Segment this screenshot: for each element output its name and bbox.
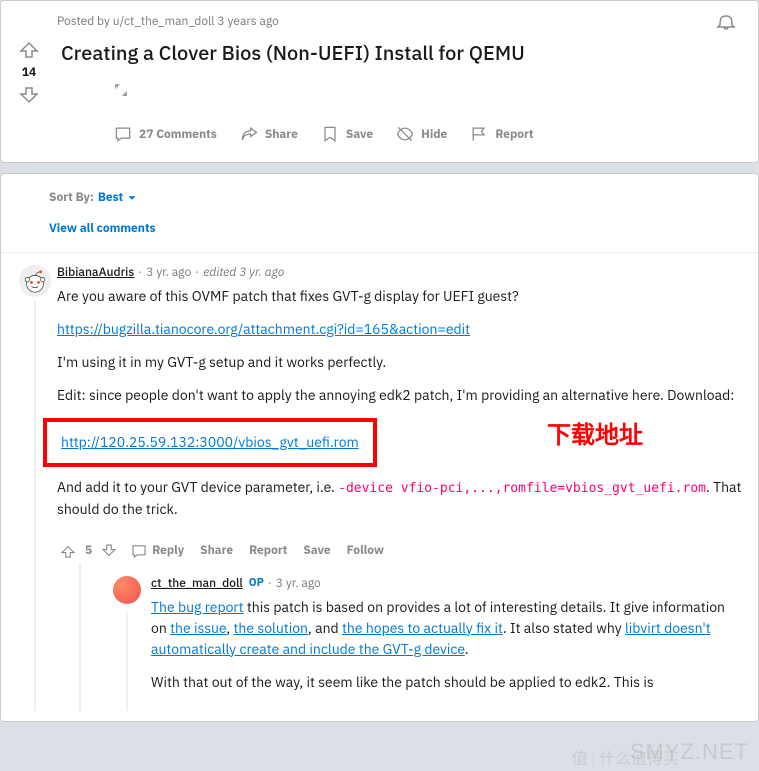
post-meta: Posted by u/ct_the_man_doll 3 years ago: [57, 9, 746, 33]
comment-age: 3 yr. ago: [146, 265, 191, 280]
comment-score: 5: [83, 543, 94, 558]
comment-text: With that out of the way, it seem like t…: [151, 672, 726, 693]
downvote-button[interactable]: [17, 84, 41, 108]
ovmf-patch-link[interactable]: https://bugzilla.tianocore.org/attachmen…: [57, 320, 470, 338]
comment-text: Edit: since people don't want to apply t…: [57, 385, 742, 406]
hide-label: Hide: [421, 127, 447, 142]
comment-follow-button[interactable]: Follow: [341, 539, 390, 562]
comment-actions: 5 Reply Share Report Save Follow: [57, 538, 742, 564]
post-author-link[interactable]: u/ct_the_man_doll: [113, 14, 215, 29]
solution-link[interactable]: the solution: [234, 619, 308, 637]
sort-value: Best: [98, 190, 123, 205]
code-snippet: -device vfio-pci,...,romfile=vbios_gvt_u…: [338, 481, 706, 496]
comment-edited: edited 3 yr. ago: [203, 265, 284, 280]
thread-line[interactable]: [34, 301, 36, 711]
avatar[interactable]: [113, 576, 141, 604]
comment-text: And add it to your GVT device parameter,…: [57, 477, 742, 520]
divider: [1, 252, 758, 253]
posted-by-label: Posted by: [57, 14, 113, 29]
watermark-smyz: SMYZ.NET: [630, 739, 749, 765]
rom-download-link[interactable]: http://120.25.59.132:3000/vbios_gvt_uefi…: [61, 433, 359, 451]
comment-header: BibianaAudris · 3 yr. ago · edited 3 yr.…: [57, 265, 742, 280]
thread-line[interactable]: [126, 612, 128, 711]
comment-save-button[interactable]: Save: [297, 539, 336, 562]
comments-section: Sort By: Best View all comments BibianaA…: [0, 173, 759, 722]
notification-bell-icon[interactable]: [714, 9, 738, 33]
issue-link[interactable]: the issue: [170, 619, 226, 637]
reply-button[interactable]: Reply: [124, 538, 190, 564]
annotation-wrapper: http://120.25.59.132:3000/vbios_gvt_uefi…: [57, 418, 742, 477]
comment-text: The bug report this patch is based on pr…: [151, 597, 726, 660]
post-action-bar: 27 Comments Share Save Hide Report: [57, 114, 746, 154]
comment: ct_the_man_doll OP · 3 yr. ago The bug r…: [105, 576, 742, 711]
report-label: Report: [495, 127, 533, 142]
hide-button[interactable]: Hide: [387, 118, 455, 150]
post-age: 3 years ago: [217, 14, 278, 29]
comments-label: 27 Comments: [139, 127, 217, 142]
comment-age: 3 yr. ago: [276, 576, 321, 591]
comment-body: Are you aware of this OVMF patch that fi…: [57, 280, 742, 538]
vote-column: 14: [1, 9, 57, 108]
download-annotation: 下载地址: [547, 418, 643, 454]
comment-author-link[interactable]: ct_the_man_doll: [151, 576, 243, 591]
chevron-down-icon: [125, 191, 139, 205]
upvote-button[interactable]: [17, 37, 41, 61]
expand-media-button[interactable]: [107, 76, 135, 104]
post-score: 14: [22, 65, 36, 80]
save-button[interactable]: Save: [312, 118, 381, 150]
comment-author-link[interactable]: BibianaAudris: [57, 265, 134, 280]
post-main: Posted by u/ct_the_man_doll 3 years ago …: [1, 1, 758, 162]
avatar[interactable]: [19, 265, 51, 297]
view-all-comments-link[interactable]: View all comments: [1, 209, 758, 240]
highlight-box: http://120.25.59.132:3000/vbios_gvt_uefi…: [43, 418, 377, 467]
post-card: 14 Posted by u/ct_the_man_doll 3 years a…: [0, 0, 759, 163]
comment-text: Are you aware of this OVMF patch that fi…: [57, 286, 742, 307]
sort-dropdown[interactable]: Best: [98, 190, 139, 205]
comment: BibianaAudris · 3 yr. ago · edited 3 yr.…: [1, 265, 758, 711]
comment-text: I'm using it in my GVT-g setup and it wo…: [57, 352, 742, 373]
share-label: Share: [265, 127, 298, 142]
report-button[interactable]: Report: [461, 118, 541, 150]
post-title: Creating a Clover Bios (Non-UEFI) Instal…: [17, 39, 746, 66]
nested-replies: ct_the_man_doll OP · 3 yr. ago The bug r…: [79, 564, 742, 711]
comment-downvote-button[interactable]: [98, 540, 120, 562]
comment-header: ct_the_man_doll OP · 3 yr. ago: [151, 576, 726, 591]
bug-report-link[interactable]: The bug report: [151, 598, 244, 616]
hopes-link[interactable]: the hopes to actually fix it: [342, 619, 503, 637]
comment-share-button[interactable]: Share: [194, 539, 239, 562]
comment-upvote-button[interactable]: [57, 540, 79, 562]
sort-row: Sort By: Best: [1, 186, 758, 209]
comment-report-button[interactable]: Report: [243, 539, 293, 562]
save-label: Save: [346, 127, 373, 142]
op-badge: OP: [249, 576, 264, 590]
comments-button[interactable]: 27 Comments: [105, 118, 225, 150]
share-button[interactable]: Share: [231, 118, 306, 150]
sort-label: Sort By:: [49, 190, 94, 205]
comment-body: The bug report this patch is based on pr…: [151, 591, 726, 711]
